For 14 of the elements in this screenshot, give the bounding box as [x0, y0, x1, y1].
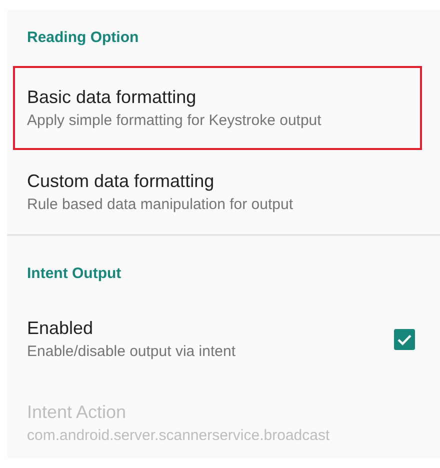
section-header: Intent Output	[27, 264, 122, 284]
preference-title: Custom data formatting	[27, 170, 216, 192]
preference-summary: com.android.server.scannerservice.broadcast	[27, 426, 331, 445]
checkbox[interactable]	[394, 328, 415, 350]
preference-title: Basic data formatting	[27, 86, 198, 108]
preference-title: Enabled	[27, 317, 94, 339]
preference-item[interactable]: Basic data formatting Apply simple formatting for Keystroke output	[13, 66, 422, 150]
section-header: Reading Option	[27, 28, 140, 48]
preference-title: Intent Action	[27, 401, 128, 423]
preference-summary: Enable/disable output via intent	[27, 342, 236, 361]
preference-item[interactable]: Enabled Enable/disable output via intent	[13, 297, 422, 381]
preference-item[interactable]: Custom data formatting Rule based data manipulation for output	[13, 150, 422, 234]
preference-summary: Rule based data manipulation for output	[27, 195, 294, 214]
preference-summary: Apply simple formatting for Keystroke output	[27, 111, 322, 130]
